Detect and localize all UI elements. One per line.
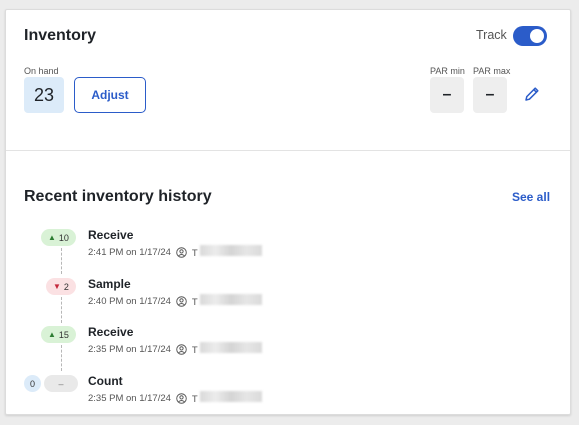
entry-time: 2:35 PM on 1/17/24 (88, 392, 171, 404)
entry-type: Count (88, 374, 123, 388)
entry-type: Receive (88, 228, 134, 242)
redacted-name (199, 391, 262, 402)
redacted-name (199, 342, 262, 353)
change-value: 10 (58, 232, 69, 243)
arrow-up-icon: ▲ (48, 330, 56, 339)
entry-time: 2:40 PM on 1/17/24 (88, 295, 171, 307)
timeline-connector (61, 297, 62, 323)
redacted-name (199, 245, 262, 256)
user-name: T (192, 391, 262, 405)
change-badge: ▲ 10 (41, 229, 76, 246)
entry-time: 2:41 PM on 1/17/24 (88, 246, 171, 258)
timeline-connector (61, 248, 62, 274)
change-value: 2 (63, 281, 69, 292)
user-name: T (192, 245, 262, 259)
user-name: T (192, 342, 262, 356)
change-badge: ▼ 2 (46, 278, 76, 295)
on-hand-label: On hand (24, 66, 59, 76)
arrow-down-icon: ▼ (53, 282, 61, 291)
inventory-card: Inventory Track On hand 23 Adjust PAR mi… (5, 9, 571, 415)
inventory-title: Inventory (24, 27, 97, 44)
history-entry: 0 – Count 2:35 PM on 1/17/24 T (6, 373, 570, 413)
entry-type: Receive (88, 325, 134, 339)
adjust-button[interactable]: Adjust (74, 77, 146, 113)
history-entry: ▲ 15 Receive 2:35 PM on 1/17/24 T (6, 324, 570, 371)
inventory-section: Inventory Track On hand 23 Adjust PAR mi… (6, 10, 570, 150)
toggle-knob (530, 29, 544, 43)
count-value: 0 (24, 375, 41, 392)
history-entry: ▲ 10 Receive 2:41 PM on 1/17/24 T (6, 227, 570, 274)
entry-time: 2:35 PM on 1/17/24 (88, 343, 171, 355)
on-hand-value: 23 (24, 77, 64, 113)
timeline-connector (61, 345, 62, 371)
entry-meta: 2:40 PM on 1/17/24 T (88, 294, 262, 308)
change-badge: ▲ 15 (41, 326, 76, 343)
history-entry: ▼ 2 Sample 2:40 PM on 1/17/24 T (6, 276, 570, 323)
user-name: T (192, 294, 262, 308)
par-min-label: PAR min (430, 66, 465, 76)
entry-meta: 2:35 PM on 1/17/24 T (88, 391, 262, 405)
section-divider (6, 150, 570, 151)
par-min-value: – (430, 77, 464, 113)
user-icon (176, 246, 187, 258)
entry-type: Sample (88, 277, 131, 291)
user-icon (176, 295, 187, 307)
user-icon (176, 343, 187, 355)
user-icon (176, 392, 187, 404)
change-value: 15 (58, 329, 69, 340)
change-badge: – (44, 375, 78, 392)
redacted-name (199, 294, 262, 305)
entry-meta: 2:35 PM on 1/17/24 T (88, 342, 262, 356)
par-max-label: PAR max (473, 66, 511, 76)
see-all-link[interactable]: See all (512, 190, 550, 204)
track-toggle[interactable] (513, 26, 547, 46)
history-title: Recent inventory history (24, 188, 212, 205)
par-max-value: – (473, 77, 507, 113)
entry-meta: 2:41 PM on 1/17/24 T (88, 245, 262, 259)
pencil-edit-icon[interactable] (522, 84, 542, 104)
change-value: – (58, 378, 64, 389)
arrow-up-icon: ▲ (48, 233, 56, 242)
track-label: Track (476, 28, 507, 42)
